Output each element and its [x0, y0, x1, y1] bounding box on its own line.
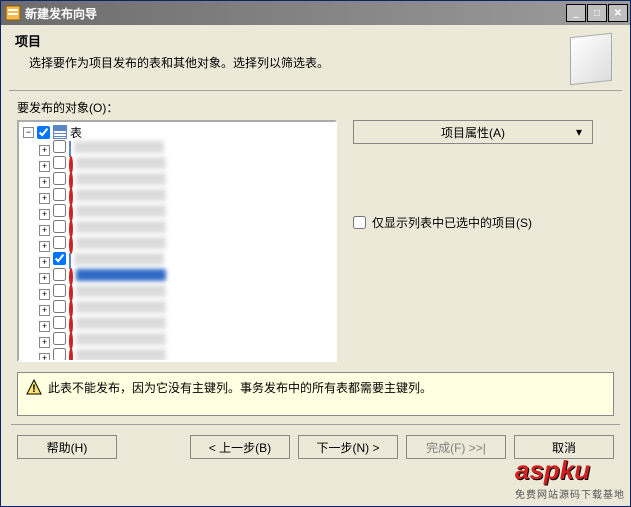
- expand-icon[interactable]: +: [39, 225, 50, 236]
- tree-node[interactable]: +: [39, 188, 333, 204]
- page-subtitle: 选择要作为项目发布的表和其他对象。选择列以筛选表。: [15, 54, 556, 71]
- tree-node[interactable]: +: [39, 316, 333, 332]
- node-label: [76, 189, 166, 201]
- svg-text:!: !: [32, 383, 36, 395]
- table-icon: [69, 253, 71, 269]
- node-label: [76, 269, 166, 281]
- objects-label: 要发布的对象(O)：: [17, 99, 614, 116]
- forbidden-icon: [69, 236, 73, 254]
- table-icon: [69, 141, 71, 157]
- node-checkbox[interactable]: [53, 348, 66, 361]
- node-label: [76, 349, 166, 361]
- expand-icon[interactable]: +: [39, 177, 50, 188]
- tree-node[interactable]: +: [39, 332, 333, 348]
- expand-icon[interactable]: +: [39, 145, 50, 156]
- expand-icon[interactable]: +: [39, 337, 50, 348]
- finish-button: 完成(F) >>|: [406, 435, 506, 459]
- next-button[interactable]: 下一步(N) >: [298, 435, 398, 459]
- help-button[interactable]: 帮助(H): [17, 435, 117, 459]
- node-checkbox[interactable]: [53, 284, 66, 297]
- node-label: [76, 333, 166, 345]
- tree-root-tables[interactable]: − 表: [23, 124, 333, 140]
- objects-tree[interactable]: − 表 + + + + + + + + + + + + + +: [17, 120, 337, 362]
- node-label: [74, 141, 164, 153]
- show-selected-only-checkbox[interactable]: [353, 216, 366, 229]
- expand-icon[interactable]: +: [39, 305, 50, 316]
- project-properties-label: 项目属性(A): [441, 124, 505, 141]
- expand-icon[interactable]: +: [39, 353, 50, 362]
- node-checkbox[interactable]: [53, 236, 66, 249]
- node-checkbox[interactable]: [53, 188, 66, 201]
- back-button[interactable]: < 上一步(B): [190, 435, 290, 459]
- expand-icon[interactable]: +: [39, 273, 50, 284]
- maximize-button[interactable]: □: [587, 4, 607, 22]
- node-checkbox[interactable]: [53, 252, 66, 265]
- expand-icon[interactable]: +: [39, 193, 50, 204]
- app-icon: [5, 5, 21, 21]
- node-checkbox[interactable]: [53, 156, 66, 169]
- window-title: 新建发布向导: [25, 5, 566, 22]
- tree-node[interactable]: +: [39, 204, 333, 220]
- tree-node[interactable]: +: [39, 268, 333, 284]
- tree-node[interactable]: +: [39, 172, 333, 188]
- warning-text: 此表不能发布，因为它没有主键列。事务发布中的所有表都需要主键列。: [48, 379, 432, 396]
- titlebar: 新建发布向导 _ □ ✕: [1, 1, 630, 25]
- tree-node[interactable]: +: [39, 300, 333, 316]
- node-checkbox[interactable]: [53, 140, 66, 153]
- node-label: [76, 205, 166, 217]
- node-checkbox[interactable]: [53, 220, 66, 233]
- node-label: [74, 253, 164, 265]
- tree-node[interactable]: +: [39, 284, 333, 300]
- minimize-button[interactable]: _: [566, 4, 586, 22]
- node-label: [76, 173, 166, 185]
- tree-node[interactable]: +: [39, 220, 333, 236]
- warning-message: ! 此表不能发布，因为它没有主键列。事务发布中的所有表都需要主键列。: [17, 372, 614, 416]
- tree-node[interactable]: +: [39, 156, 333, 172]
- chevron-down-icon: ▾: [576, 125, 582, 139]
- show-selected-only-label: 仅显示列表中已选中的项目(S): [372, 214, 532, 231]
- tree-node[interactable]: +: [39, 348, 333, 362]
- node-label: [76, 301, 166, 313]
- header-graphic: [556, 31, 616, 86]
- wizard-window: 新建发布向导 _ □ ✕ 项目 选择要作为项目发布的表和其他对象。选择列以筛选表…: [0, 0, 631, 507]
- expand-icon[interactable]: +: [39, 257, 50, 268]
- tree-node[interactable]: +: [39, 252, 333, 268]
- forbidden-icon: [69, 348, 73, 362]
- project-properties-button[interactable]: 项目属性(A) ▾: [353, 120, 593, 144]
- collapse-icon[interactable]: −: [23, 127, 34, 138]
- close-button[interactable]: ✕: [608, 4, 628, 22]
- node-checkbox[interactable]: [53, 316, 66, 329]
- expand-icon[interactable]: +: [39, 289, 50, 300]
- tables-checkbox[interactable]: [37, 126, 50, 139]
- node-checkbox[interactable]: [53, 332, 66, 345]
- page-title: 项目: [15, 31, 556, 50]
- node-label: [76, 237, 166, 249]
- tree-node[interactable]: +: [39, 140, 333, 156]
- node-checkbox[interactable]: [53, 172, 66, 185]
- button-row: 帮助(H) < 上一步(B) 下一步(N) > 完成(F) >>| 取消: [1, 435, 630, 469]
- tree-root-label: 表: [70, 124, 82, 141]
- node-checkbox[interactable]: [53, 300, 66, 313]
- node-checkbox[interactable]: [53, 268, 66, 281]
- node-label: [76, 157, 166, 169]
- cancel-button[interactable]: 取消: [514, 435, 614, 459]
- expand-icon[interactable]: +: [39, 209, 50, 220]
- table-icon: [53, 125, 67, 139]
- node-label: [76, 221, 166, 233]
- expand-icon[interactable]: +: [39, 241, 50, 252]
- tree-node[interactable]: +: [39, 236, 333, 252]
- warning-icon: !: [26, 379, 42, 395]
- node-checkbox[interactable]: [53, 204, 66, 217]
- node-label: [76, 285, 166, 297]
- expand-icon[interactable]: +: [39, 161, 50, 172]
- wizard-header: 项目 选择要作为项目发布的表和其他对象。选择列以筛选表。: [1, 25, 630, 90]
- expand-icon[interactable]: +: [39, 321, 50, 332]
- node-label: [76, 317, 166, 329]
